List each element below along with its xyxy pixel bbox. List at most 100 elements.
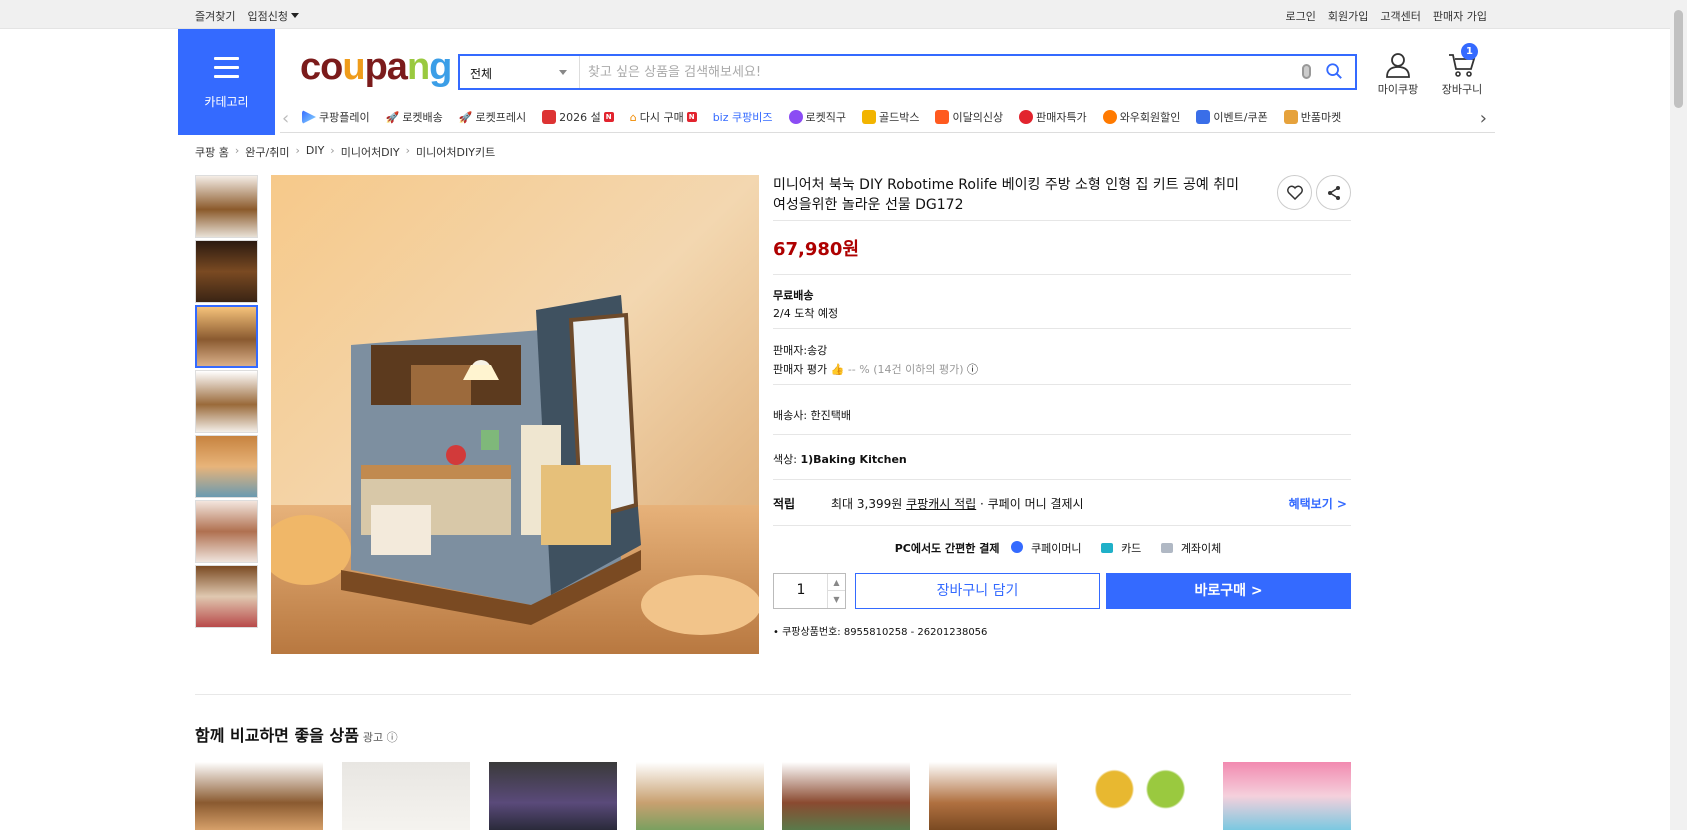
rocket-icon: 🚀	[385, 110, 400, 124]
product-thumbnail[interactable]	[195, 500, 258, 563]
divider	[773, 434, 1351, 435]
page-scrollbar[interactable]	[1670, 0, 1687, 830]
nav-item-goldbox[interactable]: 골드박스	[861, 109, 919, 125]
store-icon	[1283, 110, 1298, 124]
nav-label: 로켓직구	[805, 111, 846, 124]
breadcrumb-item[interactable]: 미니어처DIY	[341, 144, 400, 160]
breadcrumb: 쿠팡 홈 › 완구/취미 › DIY › 미니어처DIY › 미니어처DIY키트	[195, 144, 495, 160]
reward-amount: 최대 3,399원	[831, 497, 903, 511]
nav-next-arrow-icon[interactable]: ›	[1480, 108, 1487, 129]
buy-now-button[interactable]: 바로구매 >	[1106, 573, 1351, 609]
nav-item-rocket-direct[interactable]: 로켓직구	[788, 109, 846, 125]
related-product-image[interactable]	[195, 762, 323, 830]
search-input[interactable]	[588, 60, 1268, 84]
related-product-image[interactable]	[929, 762, 1058, 830]
info-icon[interactable]: ⓘ	[967, 363, 978, 376]
easy-payment-row: PC에서도 간편한 결제 쿠페이머니 카드 계좌이체	[773, 540, 1351, 556]
top-utility-bar: 즐겨찾기 입점신청 로그인 회원가입 고객센터 판매자 가입	[0, 0, 1687, 29]
pay-method-label: 쿠페이머니	[1030, 542, 1082, 555]
nav-item-seller-deals[interactable]: 판매자특가	[1019, 109, 1087, 125]
nav-item-return-market[interactable]: 반품마켓	[1283, 109, 1342, 125]
nav-label: 반품마켓	[1300, 111, 1342, 124]
dollhouse-image	[271, 175, 759, 654]
product-thumbnail-selected[interactable]	[195, 305, 258, 368]
decrease-button[interactable]: ▼	[827, 591, 845, 608]
breadcrumb-item[interactable]: DIY	[306, 144, 324, 160]
scrollbar-thumb[interactable]	[1674, 10, 1683, 108]
color-option[interactable]: 색상: 1)Baking Kitchen	[773, 451, 907, 467]
breadcrumb-item[interactable]: 미니어처DIY키트	[416, 144, 495, 160]
category-menu-button[interactable]: 카테고리	[178, 29, 275, 135]
nav-item-wow-discount[interactable]: 와우회원할인	[1102, 109, 1181, 125]
seller-apply-link[interactable]: 입점신청	[247, 8, 299, 24]
related-product-image[interactable]	[635, 762, 764, 830]
search-category-value: 전체	[470, 67, 493, 81]
seller-name: 판매자:송강	[773, 344, 828, 357]
product-thumbnail[interactable]	[195, 240, 258, 303]
seller-signup-link[interactable]: 판매자 가입	[1433, 8, 1487, 24]
increase-button[interactable]: ▲	[827, 574, 845, 591]
search-category-select[interactable]: 전체	[460, 56, 580, 88]
product-thumbnail[interactable]	[195, 565, 258, 628]
seller-rating: 판매자 평가 👍 -- % (14건 이하의 평가) ⓘ	[773, 361, 978, 377]
wishlist-button[interactable]	[1277, 175, 1312, 210]
related-product-image[interactable]	[488, 762, 617, 830]
color-value: 1)Baking Kitchen	[800, 453, 907, 466]
category-label: 카테고리	[204, 95, 249, 109]
search-icon[interactable]	[1325, 62, 1343, 80]
reward-desc: 최대 3,399원 쿠팡캐시 적립 · 쿠페이 머니 결제시	[831, 495, 1084, 512]
related-product-image[interactable]	[1222, 762, 1351, 830]
nav-label: 로켓프레시	[475, 111, 527, 124]
share-button[interactable]	[1316, 175, 1351, 210]
wow-icon	[1102, 110, 1117, 124]
coupang-cash-link[interactable]: 쿠팡캐시 적립	[906, 497, 976, 511]
nav-item-coupang-biz[interactable]: biz 쿠팡비즈	[713, 109, 773, 125]
product-thumbnail[interactable]	[195, 175, 258, 238]
ad-label[interactable]: 광고 ⓘ	[363, 731, 398, 744]
quantity-value[interactable]: 1	[774, 582, 828, 598]
nav-prev-arrow-icon[interactable]: ‹	[282, 108, 289, 129]
nav-item-new-arrivals[interactable]: 이달의신상	[935, 109, 1003, 125]
nav-label: 와우회원할인	[1119, 111, 1181, 124]
benefit-link[interactable]: 혜택보기 >	[1289, 495, 1347, 512]
add-to-cart-button[interactable]: 장바구니 담기	[855, 573, 1100, 609]
my-coupang-button[interactable]: 마이쿠팡	[1373, 52, 1423, 97]
goldbox-icon	[861, 110, 876, 124]
nav-item-rocket-delivery[interactable]: 🚀 로켓배송	[386, 109, 443, 125]
nav-item-seollal[interactable]: 2026 설N	[542, 109, 614, 125]
quantity-stepper[interactable]: 1 ▲ ▼	[773, 573, 846, 609]
easy-payment-title: PC에서도 간편한 결제	[894, 542, 1000, 555]
chevron-right-icon: ›	[234, 144, 240, 157]
breadcrumb-item[interactable]: 쿠팡 홈	[195, 144, 229, 160]
breadcrumb-item[interactable]: 완구/취미	[245, 144, 289, 160]
coupay-money-method: 쿠페이머니	[1007, 541, 1086, 555]
nav-label: 이달의신상	[952, 111, 1004, 124]
login-link[interactable]: 로그인	[1286, 8, 1316, 24]
microphone-icon[interactable]	[1302, 64, 1311, 79]
chevron-right-icon: ›	[405, 144, 411, 157]
related-product-image[interactable]	[782, 762, 911, 830]
cart-button[interactable]: 1 장바구니	[1437, 43, 1487, 97]
related-product-image[interactable]	[1076, 762, 1205, 830]
nav-item-events[interactable]: 이벤트/쿠폰	[1196, 109, 1268, 125]
heart-icon	[1286, 185, 1303, 200]
nav-item-rebuy[interactable]: ⌂ 다시 구매 N	[630, 109, 697, 125]
customer-center-link[interactable]: 고객센터	[1380, 8, 1420, 24]
product-id-text: 쿠팡상품번호: 8955810258 - 26201238056	[782, 627, 988, 638]
bookmark-link[interactable]: 즐겨찾기	[195, 8, 235, 24]
product-thumbnail[interactable]	[195, 370, 258, 433]
nav-item-rocket-fresh[interactable]: 🚀 로켓프레시	[459, 109, 526, 125]
free-shipping-label: 무료배송	[773, 289, 814, 302]
thumbs-up-icon: 👍	[830, 363, 848, 376]
divider	[773, 274, 1351, 275]
product-main-image[interactable]	[271, 175, 759, 654]
cart-label: 장바구니	[1441, 83, 1483, 96]
coupang-logo[interactable]: coupang	[300, 48, 452, 86]
nav-item-coupangplay[interactable]: 쿠팡플레이	[302, 109, 370, 125]
new-badge: N	[603, 112, 614, 122]
seller-rating-value: -- % (14건 이하의 평가)	[847, 363, 964, 376]
seller-rating-label: 판매자 평가	[773, 363, 828, 376]
signup-link[interactable]: 회원가입	[1328, 8, 1368, 24]
product-thumbnail[interactable]	[195, 435, 258, 498]
related-product-image[interactable]	[341, 762, 470, 830]
